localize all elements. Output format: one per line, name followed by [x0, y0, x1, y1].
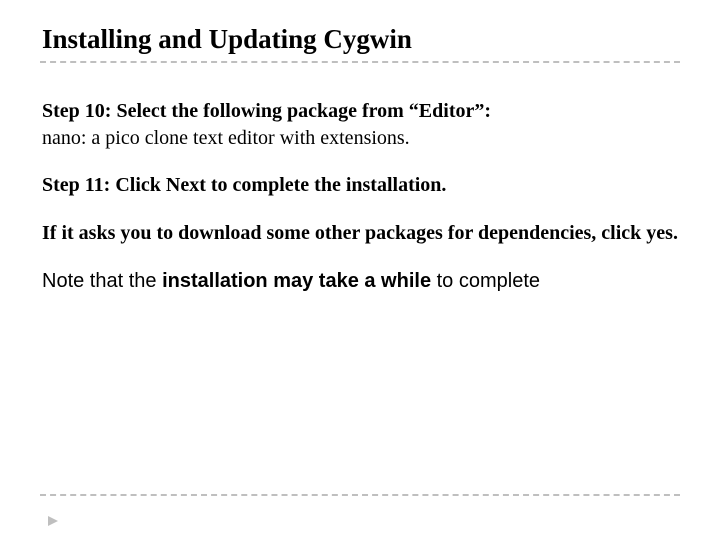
note-bold: installation may take a while — [162, 270, 431, 292]
step-11-text: Step 11: Click Next to complete the inst… — [42, 174, 446, 196]
step-11: Step 11: Click Next to complete the inst… — [42, 173, 680, 198]
bottom-divider — [40, 494, 680, 496]
body-content: Step 10: Select the following package fr… — [42, 99, 680, 294]
title-divider — [40, 61, 680, 63]
play-arrow-icon — [46, 514, 60, 528]
slide: Installing and Updating Cygwin Step 10: … — [0, 0, 720, 540]
page-title: Installing and Updating Cygwin — [42, 24, 680, 55]
note-post: to complete — [431, 270, 540, 292]
step-10-desc: nano: a pico clone text editor with exte… — [42, 126, 680, 151]
step-10-bold: Step 10: Select the following package fr… — [42, 100, 491, 122]
install-note: Note that the installation may take a wh… — [42, 268, 680, 294]
note-pre: Note that the — [42, 270, 162, 292]
dependency-note: If it asks you to download some other pa… — [42, 220, 680, 246]
step-10-heading: Step 10: Select the following package fr… — [42, 99, 680, 124]
